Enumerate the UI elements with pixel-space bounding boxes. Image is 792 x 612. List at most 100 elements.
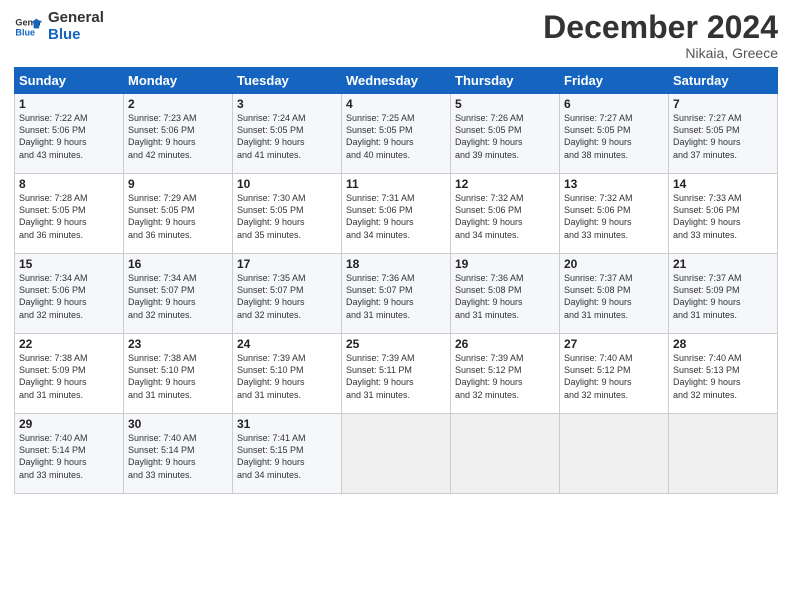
calendar-cell: 27Sunrise: 7:40 AM Sunset: 5:12 PM Dayli… <box>560 334 669 414</box>
cell-content: Sunrise: 7:25 AM Sunset: 5:05 PM Dayligh… <box>346 112 446 161</box>
calendar-cell: 16Sunrise: 7:34 AM Sunset: 5:07 PM Dayli… <box>124 254 233 334</box>
day-number: 12 <box>455 177 555 191</box>
calendar-cell: 19Sunrise: 7:36 AM Sunset: 5:08 PM Dayli… <box>451 254 560 334</box>
cell-content: Sunrise: 7:26 AM Sunset: 5:05 PM Dayligh… <box>455 112 555 161</box>
title-block: December 2024 Nikaia, Greece <box>543 10 778 61</box>
day-number: 4 <box>346 97 446 111</box>
calendar-table: Sunday Monday Tuesday Wednesday Thursday… <box>14 67 778 494</box>
col-sunday: Sunday <box>15 68 124 94</box>
day-number: 7 <box>673 97 773 111</box>
day-number: 10 <box>237 177 337 191</box>
calendar-cell: 13Sunrise: 7:32 AM Sunset: 5:06 PM Dayli… <box>560 174 669 254</box>
calendar-cell: 4Sunrise: 7:25 AM Sunset: 5:05 PM Daylig… <box>342 94 451 174</box>
day-number: 9 <box>128 177 228 191</box>
cell-content: Sunrise: 7:32 AM Sunset: 5:06 PM Dayligh… <box>564 192 664 241</box>
calendar-row: 29Sunrise: 7:40 AM Sunset: 5:14 PM Dayli… <box>15 414 778 494</box>
day-number: 13 <box>564 177 664 191</box>
calendar-cell: 29Sunrise: 7:40 AM Sunset: 5:14 PM Dayli… <box>15 414 124 494</box>
cell-content: Sunrise: 7:40 AM Sunset: 5:14 PM Dayligh… <box>128 432 228 481</box>
cell-content: Sunrise: 7:22 AM Sunset: 5:06 PM Dayligh… <box>19 112 119 161</box>
page-header: General Blue General Blue December 2024 … <box>14 10 778 61</box>
calendar-cell: 2Sunrise: 7:23 AM Sunset: 5:06 PM Daylig… <box>124 94 233 174</box>
col-saturday: Saturday <box>669 68 778 94</box>
calendar-cell: 10Sunrise: 7:30 AM Sunset: 5:05 PM Dayli… <box>233 174 342 254</box>
cell-content: Sunrise: 7:36 AM Sunset: 5:07 PM Dayligh… <box>346 272 446 321</box>
calendar-cell: 21Sunrise: 7:37 AM Sunset: 5:09 PM Dayli… <box>669 254 778 334</box>
day-number: 18 <box>346 257 446 271</box>
cell-content: Sunrise: 7:28 AM Sunset: 5:05 PM Dayligh… <box>19 192 119 241</box>
cell-content: Sunrise: 7:36 AM Sunset: 5:08 PM Dayligh… <box>455 272 555 321</box>
page-container: General Blue General Blue December 2024 … <box>0 0 792 502</box>
calendar-cell: 11Sunrise: 7:31 AM Sunset: 5:06 PM Dayli… <box>342 174 451 254</box>
cell-content: Sunrise: 7:39 AM Sunset: 5:10 PM Dayligh… <box>237 352 337 401</box>
calendar-cell: 31Sunrise: 7:41 AM Sunset: 5:15 PM Dayli… <box>233 414 342 494</box>
day-number: 28 <box>673 337 773 351</box>
cell-content: Sunrise: 7:39 AM Sunset: 5:12 PM Dayligh… <box>455 352 555 401</box>
calendar-cell: 25Sunrise: 7:39 AM Sunset: 5:11 PM Dayli… <box>342 334 451 414</box>
cell-content: Sunrise: 7:37 AM Sunset: 5:08 PM Dayligh… <box>564 272 664 321</box>
day-number: 19 <box>455 257 555 271</box>
day-number: 14 <box>673 177 773 191</box>
day-number: 30 <box>128 417 228 431</box>
cell-content: Sunrise: 7:27 AM Sunset: 5:05 PM Dayligh… <box>673 112 773 161</box>
logo-line1: General <box>48 10 104 27</box>
location: Nikaia, Greece <box>543 45 778 61</box>
cell-content: Sunrise: 7:27 AM Sunset: 5:05 PM Dayligh… <box>564 112 664 161</box>
cell-content: Sunrise: 7:24 AM Sunset: 5:05 PM Dayligh… <box>237 112 337 161</box>
day-number: 29 <box>19 417 119 431</box>
calendar-cell: 20Sunrise: 7:37 AM Sunset: 5:08 PM Dayli… <box>560 254 669 334</box>
day-number: 27 <box>564 337 664 351</box>
calendar-row: 22Sunrise: 7:38 AM Sunset: 5:09 PM Dayli… <box>15 334 778 414</box>
day-number: 24 <box>237 337 337 351</box>
day-number: 21 <box>673 257 773 271</box>
logo-line2: Blue <box>48 27 104 44</box>
cell-content: Sunrise: 7:35 AM Sunset: 5:07 PM Dayligh… <box>237 272 337 321</box>
calendar-cell: 6Sunrise: 7:27 AM Sunset: 5:05 PM Daylig… <box>560 94 669 174</box>
calendar-cell: 17Sunrise: 7:35 AM Sunset: 5:07 PM Dayli… <box>233 254 342 334</box>
calendar-cell: 1Sunrise: 7:22 AM Sunset: 5:06 PM Daylig… <box>15 94 124 174</box>
day-number: 17 <box>237 257 337 271</box>
calendar-cell <box>342 414 451 494</box>
cell-content: Sunrise: 7:40 AM Sunset: 5:14 PM Dayligh… <box>19 432 119 481</box>
col-friday: Friday <box>560 68 669 94</box>
calendar-cell: 26Sunrise: 7:39 AM Sunset: 5:12 PM Dayli… <box>451 334 560 414</box>
cell-content: Sunrise: 7:39 AM Sunset: 5:11 PM Dayligh… <box>346 352 446 401</box>
day-number: 26 <box>455 337 555 351</box>
svg-text:Blue: Blue <box>15 27 35 37</box>
month-title: December 2024 <box>543 10 778 45</box>
cell-content: Sunrise: 7:31 AM Sunset: 5:06 PM Dayligh… <box>346 192 446 241</box>
col-thursday: Thursday <box>451 68 560 94</box>
cell-content: Sunrise: 7:38 AM Sunset: 5:10 PM Dayligh… <box>128 352 228 401</box>
calendar-cell: 28Sunrise: 7:40 AM Sunset: 5:13 PM Dayli… <box>669 334 778 414</box>
day-number: 25 <box>346 337 446 351</box>
day-number: 6 <box>564 97 664 111</box>
day-number: 2 <box>128 97 228 111</box>
day-number: 1 <box>19 97 119 111</box>
day-number: 15 <box>19 257 119 271</box>
header-row: Sunday Monday Tuesday Wednesday Thursday… <box>15 68 778 94</box>
calendar-cell: 3Sunrise: 7:24 AM Sunset: 5:05 PM Daylig… <box>233 94 342 174</box>
cell-content: Sunrise: 7:30 AM Sunset: 5:05 PM Dayligh… <box>237 192 337 241</box>
day-number: 31 <box>237 417 337 431</box>
calendar-cell: 23Sunrise: 7:38 AM Sunset: 5:10 PM Dayli… <box>124 334 233 414</box>
cell-content: Sunrise: 7:34 AM Sunset: 5:06 PM Dayligh… <box>19 272 119 321</box>
col-tuesday: Tuesday <box>233 68 342 94</box>
calendar-cell: 7Sunrise: 7:27 AM Sunset: 5:05 PM Daylig… <box>669 94 778 174</box>
col-wednesday: Wednesday <box>342 68 451 94</box>
calendar-cell: 18Sunrise: 7:36 AM Sunset: 5:07 PM Dayli… <box>342 254 451 334</box>
day-number: 22 <box>19 337 119 351</box>
day-number: 5 <box>455 97 555 111</box>
calendar-cell <box>560 414 669 494</box>
logo-icon: General Blue <box>14 13 42 41</box>
cell-content: Sunrise: 7:32 AM Sunset: 5:06 PM Dayligh… <box>455 192 555 241</box>
cell-content: Sunrise: 7:23 AM Sunset: 5:06 PM Dayligh… <box>128 112 228 161</box>
calendar-cell: 14Sunrise: 7:33 AM Sunset: 5:06 PM Dayli… <box>669 174 778 254</box>
calendar-cell <box>669 414 778 494</box>
calendar-row: 1Sunrise: 7:22 AM Sunset: 5:06 PM Daylig… <box>15 94 778 174</box>
calendar-cell: 5Sunrise: 7:26 AM Sunset: 5:05 PM Daylig… <box>451 94 560 174</box>
calendar-cell: 22Sunrise: 7:38 AM Sunset: 5:09 PM Dayli… <box>15 334 124 414</box>
cell-content: Sunrise: 7:37 AM Sunset: 5:09 PM Dayligh… <box>673 272 773 321</box>
col-monday: Monday <box>124 68 233 94</box>
day-number: 11 <box>346 177 446 191</box>
calendar-row: 15Sunrise: 7:34 AM Sunset: 5:06 PM Dayli… <box>15 254 778 334</box>
